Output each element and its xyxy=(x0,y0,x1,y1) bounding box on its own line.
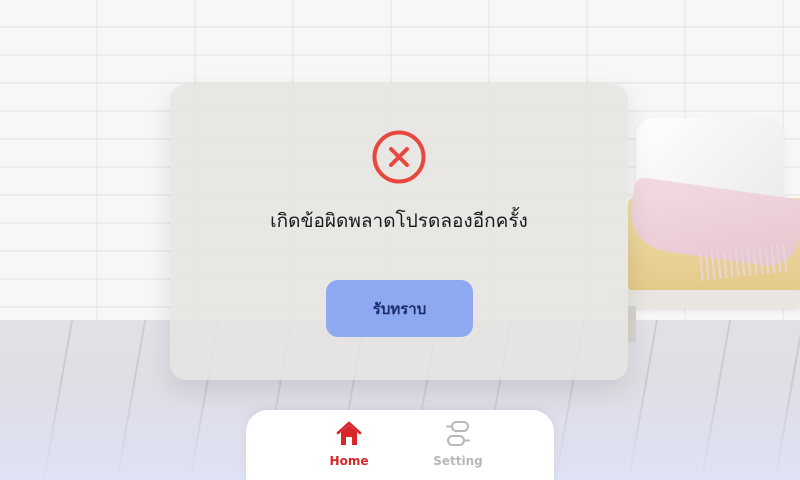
screen: เกิดข้อผิดพลาดโปรดลองอีกครั้ง รับทราบ Ho… xyxy=(0,0,800,480)
background-sofa-bench xyxy=(610,290,800,308)
error-dialog: เกิดข้อผิดพลาดโปรดลองอีกครั้ง รับทราบ xyxy=(170,84,628,380)
bottom-nav: Home Setting xyxy=(246,410,554,480)
background-sofa-leg xyxy=(628,306,636,342)
nav-item-setting[interactable]: Setting xyxy=(418,420,498,474)
nav-label-setting: Setting xyxy=(433,454,483,468)
settings-toggle-icon xyxy=(444,420,472,448)
error-message: เกิดข้อผิดพลาดโปรดลองอีกครั้ง xyxy=(270,210,528,232)
nav-item-home[interactable]: Home xyxy=(309,420,389,474)
nav-label-home: Home xyxy=(329,454,369,468)
acknowledge-button[interactable]: รับทราบ xyxy=(326,280,473,337)
error-x-circle-icon xyxy=(372,130,426,184)
home-icon xyxy=(335,420,363,448)
